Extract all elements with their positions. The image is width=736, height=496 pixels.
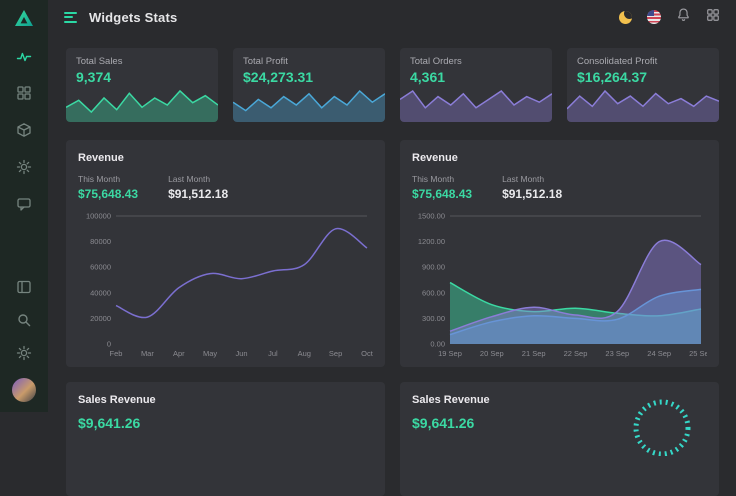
moon-icon[interactable] xyxy=(619,11,632,24)
bottom-row: Sales Revenue $9,641.26 Sales Revenue $9… xyxy=(66,382,719,496)
last-month-value: $91,512.18 xyxy=(168,187,228,201)
svg-text:Apr: Apr xyxy=(173,349,185,358)
svg-text:Oct: Oct xyxy=(361,349,373,358)
main-area: Widgets Stats xyxy=(48,0,736,412)
revenue-card-right: Revenue This Month $75,648.43 Last Month… xyxy=(400,140,719,367)
total-orders-sparkline xyxy=(400,88,552,122)
svg-text:Mar: Mar xyxy=(141,349,154,358)
svg-text:0: 0 xyxy=(107,340,111,349)
this-month-label: This Month xyxy=(412,174,472,184)
stat-card-total-profit: Total Profit $24,273.31 xyxy=(233,48,385,122)
svg-text:60000: 60000 xyxy=(90,263,111,272)
package-icon[interactable] xyxy=(16,122,32,138)
card-title: Sales Revenue xyxy=(412,394,490,406)
svg-text:0.00: 0.00 xyxy=(430,340,445,349)
svg-text:22 Sep: 22 Sep xyxy=(564,349,588,358)
stat-value: 4,361 xyxy=(410,69,542,85)
last-month-block: Last Month $91,512.18 xyxy=(502,174,562,201)
this-month-value: $75,648.43 xyxy=(412,187,472,201)
sales-gauge-chart xyxy=(617,390,707,456)
svg-text:20 Sep: 20 Sep xyxy=(480,349,504,358)
this-month-block: This Month $75,648.43 xyxy=(78,174,138,201)
app-logo[interactable] xyxy=(14,9,34,32)
layout-icon[interactable] xyxy=(16,279,32,295)
revenue-area-chart: 0.00 300.00 600.00 900.00 1200.00 1500.00 19 S… xyxy=(412,209,707,359)
apps-icon[interactable] xyxy=(706,8,720,27)
stat-card-total-sales: Total Sales 9,374 xyxy=(66,48,218,122)
card-title: Sales Revenue xyxy=(78,394,156,406)
last-month-label: Last Month xyxy=(502,174,562,184)
sales-revenue-value: $9,641.26 xyxy=(78,415,156,431)
sales-revenue-card-right: Sales Revenue $9,641.26 xyxy=(400,382,719,496)
svg-text:1500.00: 1500.00 xyxy=(418,212,445,221)
sales-revenue-value: $9,641.26 xyxy=(412,415,490,431)
us-flag-icon[interactable] xyxy=(647,10,661,24)
sales-revenue-card-left: Sales Revenue $9,641.26 xyxy=(66,382,385,496)
header-actions xyxy=(619,7,720,27)
app-root: Widgets Stats xyxy=(0,0,736,412)
stat-label: Total Sales xyxy=(76,56,208,67)
svg-text:23 Sep: 23 Sep xyxy=(605,349,629,358)
this-month-value: $75,648.43 xyxy=(78,187,138,201)
chat-icon[interactable] xyxy=(16,196,32,212)
total-profit-sparkline xyxy=(233,88,385,122)
stats-row: Total Sales 9,374 Total Profit $24,273.3… xyxy=(66,48,719,122)
sales-revenue-meta: Sales Revenue $9,641.26 xyxy=(412,394,490,484)
svg-text:25 Sep: 25 Sep xyxy=(689,349,707,358)
card-title: Revenue xyxy=(412,152,707,164)
revenue-line-chart: 0 20000 40000 60000 80000 100000 Feb Mar Apr May J… xyxy=(78,209,373,359)
stat-label: Consolidated Profit xyxy=(577,56,709,67)
svg-text:24 Sep: 24 Sep xyxy=(647,349,671,358)
svg-text:80000: 80000 xyxy=(90,237,111,246)
card-title: Revenue xyxy=(78,152,373,164)
stat-label: Total Orders xyxy=(410,56,542,67)
stat-card-consolidated-profit: Consolidated Profit $16,264.37 xyxy=(567,48,719,122)
stat-card-total-orders: Total Orders 4,361 xyxy=(400,48,552,122)
stat-value: $24,273.31 xyxy=(243,69,375,85)
stat-value: $16,264.37 xyxy=(577,69,709,85)
last-month-label: Last Month xyxy=(168,174,228,184)
svg-text:Jun: Jun xyxy=(235,349,247,358)
search-icon[interactable] xyxy=(16,312,32,328)
this-month-block: This Month $75,648.43 xyxy=(412,174,472,201)
svg-text:1200.00: 1200.00 xyxy=(418,237,445,246)
page-title: Widgets Stats xyxy=(89,10,609,25)
bell-icon[interactable] xyxy=(676,7,691,27)
revenue-card-left: Revenue This Month $75,648.43 Last Month… xyxy=(66,140,385,367)
activity-icon[interactable] xyxy=(16,48,32,64)
gear-icon[interactable] xyxy=(16,159,32,175)
sales-revenue-meta: Sales Revenue $9,641.26 xyxy=(78,394,156,484)
svg-text:Sep: Sep xyxy=(329,349,342,358)
consolidated-profit-sparkline xyxy=(567,88,719,122)
svg-text:900.00: 900.00 xyxy=(422,263,445,272)
stat-label: Total Profit xyxy=(243,56,375,67)
charts-row: Revenue This Month $75,648.43 Last Month… xyxy=(66,140,719,367)
svg-text:20000: 20000 xyxy=(90,314,111,323)
svg-text:21 Sep: 21 Sep xyxy=(522,349,546,358)
sidebar xyxy=(0,0,48,412)
svg-text:600.00: 600.00 xyxy=(422,288,445,297)
total-sales-sparkline xyxy=(66,88,218,122)
svg-text:Aug: Aug xyxy=(298,349,311,358)
svg-text:40000: 40000 xyxy=(90,288,111,297)
this-month-label: This Month xyxy=(78,174,138,184)
top-header: Widgets Stats xyxy=(48,0,736,34)
svg-text:300.00: 300.00 xyxy=(422,314,445,323)
sidebar-bottom xyxy=(12,279,36,412)
svg-text:19 Sep: 19 Sep xyxy=(438,349,462,358)
user-avatar[interactable] xyxy=(12,378,36,402)
page-content: Total Sales 9,374 Total Profit $24,273.3… xyxy=(48,34,736,412)
menu-toggle-icon[interactable] xyxy=(62,10,79,25)
svg-text:May: May xyxy=(203,349,217,358)
stat-value: 9,374 xyxy=(76,69,208,85)
svg-text:Jul: Jul xyxy=(268,349,278,358)
sidebar-nav xyxy=(16,48,32,212)
last-month-block: Last Month $91,512.18 xyxy=(168,174,228,201)
settings-icon[interactable] xyxy=(16,345,32,361)
svg-text:Feb: Feb xyxy=(110,349,123,358)
grid-icon[interactable] xyxy=(16,85,32,101)
svg-text:100000: 100000 xyxy=(86,212,111,221)
last-month-value: $91,512.18 xyxy=(502,187,562,201)
